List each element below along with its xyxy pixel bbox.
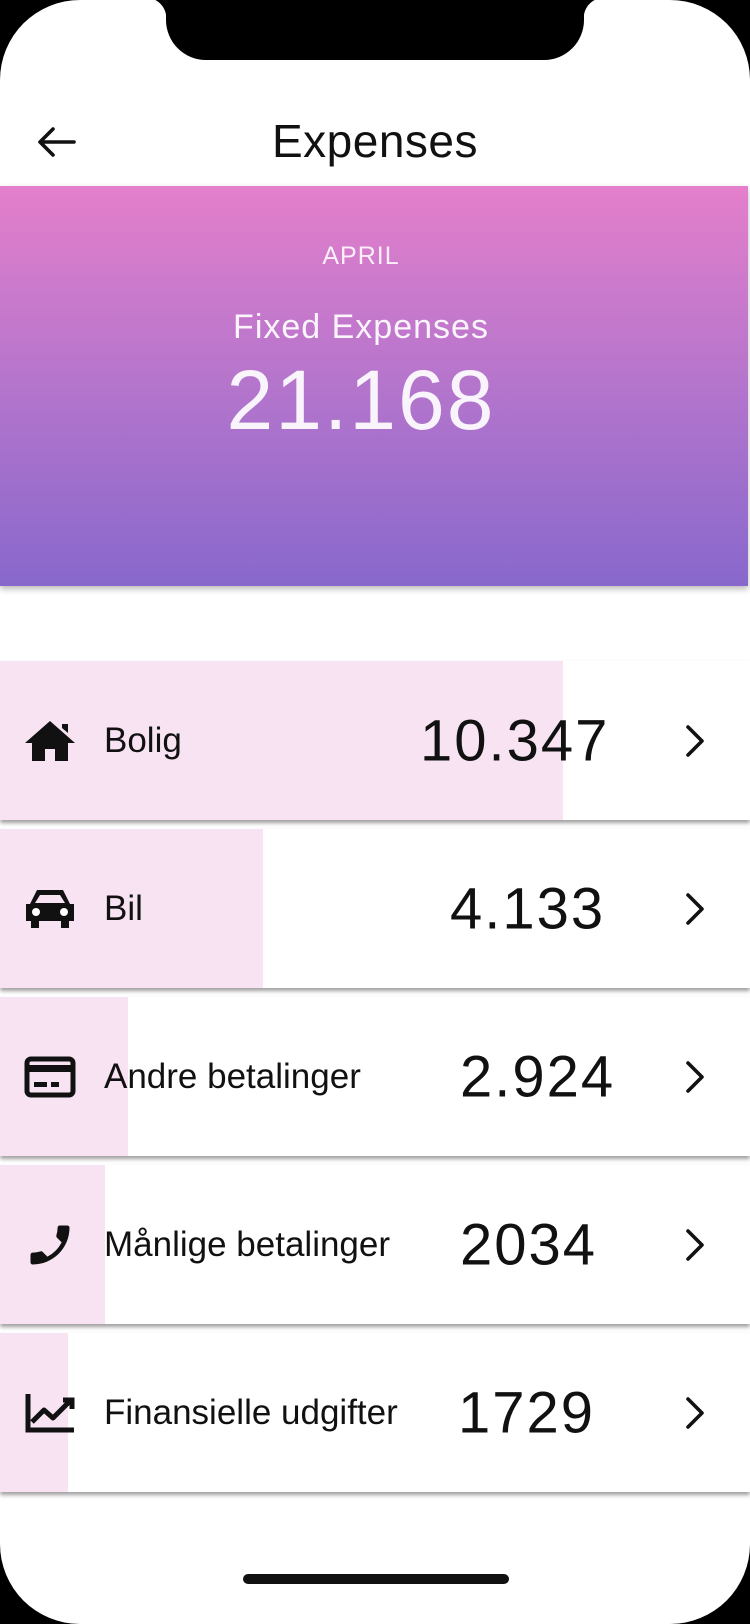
category-row-finansielle-udgifter[interactable]: Finansielle udgifter 1729 xyxy=(0,1333,750,1492)
trending-up-icon xyxy=(22,1385,78,1441)
phone-icon xyxy=(22,1217,78,1273)
category-amount: 4.133 xyxy=(450,876,606,941)
chevron-right-icon xyxy=(680,1225,710,1265)
category-amount: 2.924 xyxy=(460,1044,616,1109)
summary-header: APRIL Fixed Expenses 21.168 xyxy=(0,186,748,586)
car-icon xyxy=(22,881,78,937)
navigation-bar: Expenses xyxy=(0,100,750,186)
device-notch xyxy=(146,0,604,60)
expense-category-list: Bolig 10.347 Bil 4.133 Andre betalinger … xyxy=(0,661,750,1501)
category-row-andre-betalinger[interactable]: Andre betalinger 2.924 xyxy=(0,997,750,1156)
device-frame: Expenses APRIL Fixed Expenses 21.168 Bol… xyxy=(0,0,750,1624)
category-label: Bolig xyxy=(104,720,182,760)
category-row-manlige-betalinger[interactable]: Månlige betalinger 2034 xyxy=(0,1165,750,1324)
chevron-right-icon xyxy=(680,721,710,761)
category-label: Bil xyxy=(104,888,143,928)
home-icon xyxy=(22,713,78,769)
home-indicator[interactable] xyxy=(243,1574,509,1584)
chevron-right-icon xyxy=(680,889,710,929)
summary-label: Fixed Expenses xyxy=(233,308,489,346)
category-amount: 10.347 xyxy=(420,708,610,773)
category-label: Månlige betalinger xyxy=(104,1224,391,1264)
category-label: Andre betalinger xyxy=(104,1056,361,1096)
chevron-right-icon xyxy=(680,1057,710,1097)
category-amount: 2034 xyxy=(460,1212,598,1277)
category-row-bolig[interactable]: Bolig 10.347 xyxy=(0,661,750,820)
month-label: APRIL xyxy=(322,242,400,270)
category-label: Finansielle udgifter xyxy=(104,1392,398,1432)
category-row-bil[interactable]: Bil 4.133 xyxy=(0,829,750,988)
chevron-right-icon xyxy=(680,1393,710,1433)
summary-total: 21.168 xyxy=(226,353,496,447)
category-amount: 1729 xyxy=(458,1380,596,1445)
credit-card-icon xyxy=(22,1049,78,1105)
page-title: Expenses xyxy=(271,115,478,167)
app-screen: Expenses APRIL Fixed Expenses 21.168 Bol… xyxy=(0,0,750,1624)
